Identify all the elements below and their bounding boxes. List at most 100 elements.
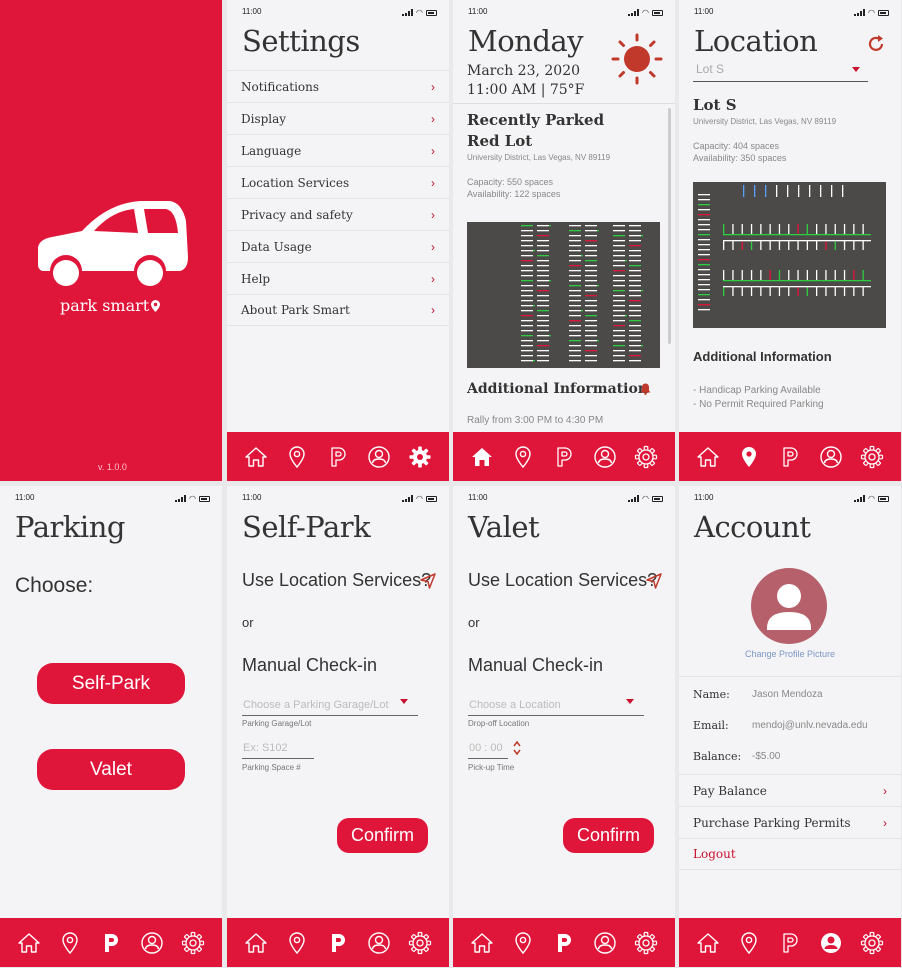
lot-s-map	[693, 182, 886, 328]
nav-location-button[interactable]	[510, 930, 536, 956]
parking-space	[521, 270, 533, 272]
parking-space	[521, 305, 533, 307]
settings-item-help[interactable]: Help ›	[227, 262, 449, 294]
lot-select[interactable]: Lot S	[693, 60, 868, 82]
settings-item-privacy[interactable]: Privacy and safety ›	[227, 198, 449, 230]
confirm-button[interactable]: Confirm	[337, 818, 428, 853]
confirm-button[interactable]: Confirm	[563, 818, 654, 853]
parking-space	[698, 289, 710, 291]
wifi-icon: ◠	[642, 494, 649, 503]
navigation-arrow-icon[interactable]	[645, 572, 663, 590]
nav-parking-button[interactable]	[777, 444, 803, 470]
nav-settings-button[interactable]	[407, 930, 433, 956]
nav-parking-button[interactable]	[325, 930, 351, 956]
nav-settings-button[interactable]	[633, 444, 659, 470]
valet-button[interactable]: Valet	[37, 749, 185, 790]
space-input[interactable]: Ex: S102	[242, 740, 314, 759]
nav-account-button[interactable]	[366, 444, 392, 470]
parking-space	[798, 185, 800, 197]
settings-item-display[interactable]: Display ›	[227, 102, 449, 134]
nav-parking-button[interactable]	[551, 930, 577, 956]
time-weather-label: 11:00 AM | 75°F	[467, 82, 585, 98]
name-value: Jason Mendoza	[752, 689, 823, 700]
nav-home-button[interactable]	[469, 930, 495, 956]
status-bar: 11:00 ◠	[227, 492, 449, 504]
nav-home-button[interactable]	[695, 930, 721, 956]
nav-location-button[interactable]	[284, 930, 310, 956]
pay-balance-row[interactable]: Pay Balance ›	[679, 774, 901, 806]
nav-parking-button[interactable]	[325, 444, 351, 470]
parking-space	[769, 224, 771, 234]
parking-space	[698, 194, 710, 196]
parking-space	[750, 270, 753, 280]
bottom-nav	[679, 432, 901, 481]
settings-icon	[409, 931, 432, 954]
use-location-link[interactable]: Use Location Services?	[242, 570, 431, 591]
use-location-link[interactable]: Use Location Services?	[468, 570, 657, 591]
parking-space	[843, 270, 846, 280]
settings-item-about[interactable]: About Park Smart ›	[227, 294, 449, 326]
nav-account-button[interactable]	[592, 930, 618, 956]
nav-account-button[interactable]	[818, 930, 844, 956]
parking-space	[797, 240, 799, 250]
parking-space	[585, 290, 597, 292]
nav-parking-button[interactable]	[777, 930, 803, 956]
avatar[interactable]	[751, 568, 827, 644]
parking-space	[585, 340, 597, 342]
refresh-icon[interactable]	[866, 34, 886, 54]
nav-parking-button[interactable]	[551, 444, 577, 470]
parking-space	[613, 275, 625, 277]
parking-space	[537, 265, 549, 267]
parking-space	[629, 350, 641, 352]
time-stepper-icon[interactable]	[513, 740, 521, 756]
navigation-arrow-icon[interactable]	[419, 572, 437, 590]
parking-space	[521, 335, 533, 337]
nav-location-button[interactable]	[736, 930, 762, 956]
pickup-time-input[interactable]: 00 : 00	[468, 740, 508, 759]
nav-home-button[interactable]	[243, 444, 269, 470]
settings-item-notifications[interactable]: Notifications ›	[227, 70, 449, 102]
nav-account-button[interactable]	[139, 930, 165, 956]
status-bar: 11:00 ◠	[679, 6, 901, 18]
nav-settings-button[interactable]	[407, 444, 433, 470]
nav-home-button[interactable]	[695, 444, 721, 470]
nav-home-button[interactable]	[243, 930, 269, 956]
nav-settings-button[interactable]	[180, 930, 206, 956]
parking-space	[569, 335, 581, 337]
nav-location-button[interactable]	[57, 930, 83, 956]
nav-account-button[interactable]	[366, 930, 392, 956]
nav-location-button[interactable]	[736, 444, 762, 470]
nav-location-button[interactable]	[284, 444, 310, 470]
nav-settings-button[interactable]	[633, 930, 659, 956]
settings-item-data-usage[interactable]: Data Usage ›	[227, 230, 449, 262]
purchase-permits-row[interactable]: Purchase Parking Permits ›	[679, 806, 901, 838]
bottom-nav	[227, 432, 449, 481]
settings-item-label: Location Services	[241, 175, 350, 190]
nav-settings-button[interactable]	[859, 930, 885, 956]
nav-account-button[interactable]	[818, 444, 844, 470]
logout-row[interactable]: Logout	[679, 838, 901, 870]
nav-home-button[interactable]	[16, 930, 42, 956]
nav-parking-button[interactable]	[98, 930, 124, 956]
email-value: mendoj@unlv.nevada.edu	[752, 720, 868, 731]
parking-space	[698, 254, 710, 256]
wifi-icon: ◠	[642, 8, 649, 17]
parking-space	[537, 315, 549, 317]
nav-account-button[interactable]	[592, 444, 618, 470]
garage-select[interactable]: Choose a Parking Garage/Lot	[242, 696, 418, 716]
parking-space	[569, 250, 581, 252]
self-park-button[interactable]: Self-Park	[37, 663, 185, 704]
settings-screen: 11:00 ◠ Settings Notifications › Display ›…	[227, 0, 449, 481]
settings-item-language[interactable]: Language ›	[227, 134, 449, 166]
dropoff-select[interactable]: Choose a Location	[468, 696, 644, 716]
scrollbar[interactable]	[668, 108, 671, 344]
nav-settings-button[interactable]	[859, 444, 885, 470]
nav-home-button[interactable]	[469, 444, 495, 470]
change-profile-picture-link[interactable]: Change Profile Picture	[679, 649, 901, 659]
parking-space	[585, 255, 597, 257]
parking-space	[723, 280, 871, 282]
settings-item-location-services[interactable]: Location Services ›	[227, 166, 449, 198]
parking-space	[723, 286, 725, 296]
nav-location-button[interactable]	[510, 444, 536, 470]
bell-icon[interactable]	[640, 383, 651, 395]
